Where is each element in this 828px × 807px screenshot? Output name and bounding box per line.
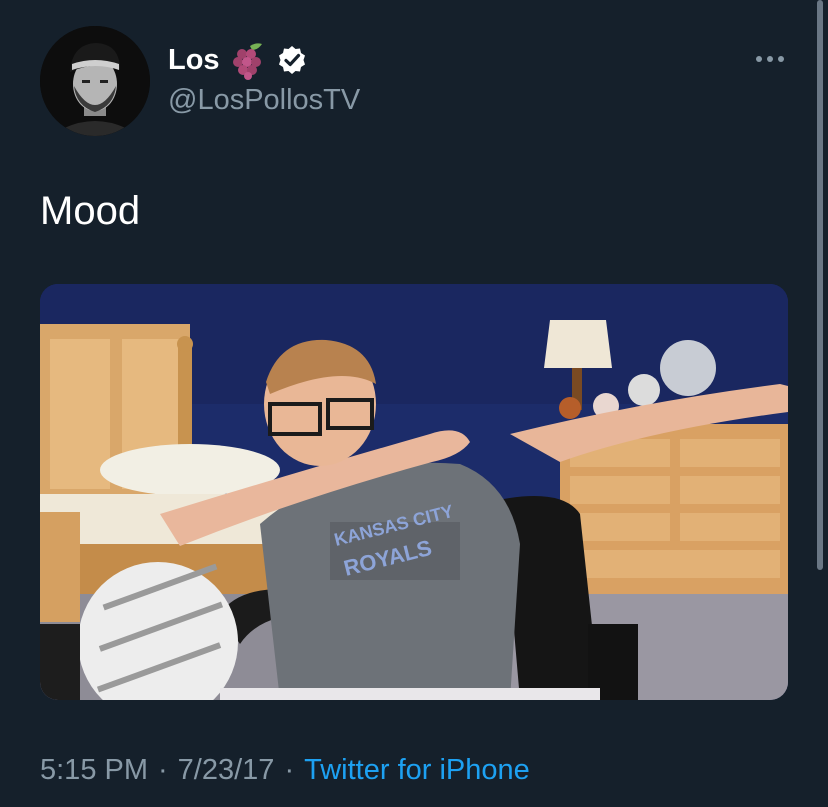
more-options-button[interactable] — [752, 44, 788, 74]
separator: · — [284, 754, 295, 786]
tweet-source-link[interactable]: Twitter for iPhone — [304, 754, 530, 786]
scrollbar[interactable] — [817, 0, 823, 570]
user-handle[interactable]: @LosPollosTV — [168, 82, 360, 118]
tweet-media[interactable]: KANSAS CITY ROYALS — [40, 284, 788, 700]
avatar[interactable] — [40, 26, 150, 136]
verified-badge-icon — [276, 44, 308, 76]
display-name-row: Los — [168, 40, 308, 80]
more-horizontal-icon — [756, 56, 784, 62]
tweet-metadata: 5:15 PM · 7/23/17 · Twitter for iPhone — [40, 750, 530, 790]
tweet-date[interactable]: 7/23/17 — [178, 754, 275, 786]
tweet-time[interactable]: 5:15 PM — [40, 754, 148, 786]
display-name[interactable]: Los — [168, 40, 220, 80]
tweet-text: Mood — [40, 189, 141, 233]
separator: · — [158, 754, 168, 786]
grapes-icon — [228, 40, 268, 80]
tweet-card: Los @LosPollosTV Mood KANSAS CITY ROYALS… — [0, 0, 828, 807]
media-photo: KANSAS CITY ROYALS — [40, 284, 788, 700]
avatar-image — [40, 26, 150, 136]
